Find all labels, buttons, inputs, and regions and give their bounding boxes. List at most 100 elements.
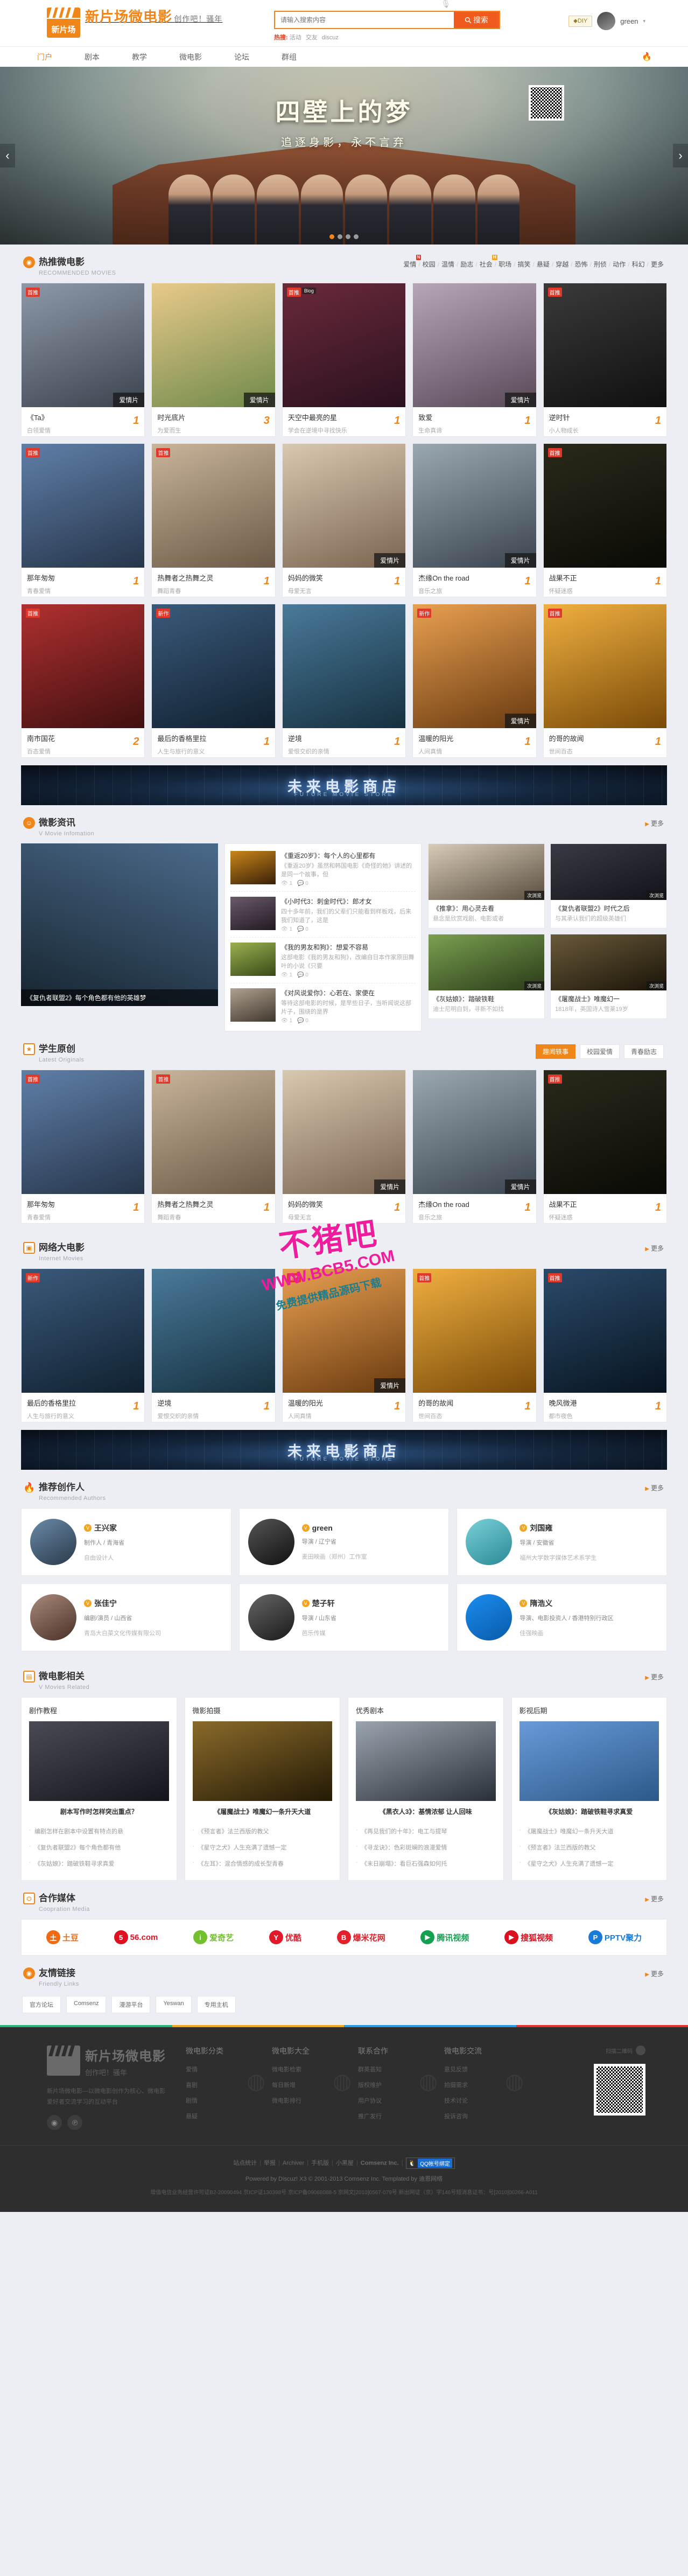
movie-thumbnail[interactable]: 首推 爱情片: [22, 283, 145, 407]
banner-dot-1[interactable]: [338, 234, 342, 239]
category-10[interactable]: 刑侦: [594, 261, 607, 268]
originals-tab-2[interactable]: 青春励志: [623, 1044, 664, 1059]
news-card[interactable]: 次浏览 《灰姑娘》：踏破铁鞋 迪士尼明白到，寻新不如找: [428, 934, 545, 1019]
footer-bottom-link-3[interactable]: 手机版: [311, 2160, 329, 2166]
movie-card[interactable]: 首推 晚风微港 都市夜色 1: [543, 1268, 668, 1422]
category-2[interactable]: 温情: [441, 261, 454, 268]
category-4[interactable]: 社会 H: [480, 255, 497, 268]
movie-card[interactable]: 首推 热舞者之热舞之灵 舞蹈青春 1: [151, 1070, 276, 1224]
movie-thumbnail[interactable]: 首推: [543, 1269, 667, 1393]
nav-item-3[interactable]: 微电影: [163, 47, 218, 67]
username-label[interactable]: green: [620, 17, 638, 25]
category-3[interactable]: 励志: [460, 261, 473, 268]
movie-thumbnail[interactable]: 新作: [22, 1269, 145, 1393]
category-0[interactable]: 爱情 N: [403, 255, 422, 268]
footer-link-3[interactable]: 悬疑: [186, 2112, 269, 2120]
partner-logo-3[interactable]: Y 优酷: [269, 1930, 301, 1944]
movie-thumbnail[interactable]: 首推: [152, 1070, 275, 1194]
related-card[interactable]: 影视后期 《灰姑娘》：踏破铁鞋寻求真爱 《屠魔战士》唯魔幻一条升天大道《预言者》…: [511, 1697, 667, 1881]
diy-button[interactable]: ⬥DIY: [568, 15, 593, 27]
movie-card[interactable]: 新作 爱情片 温暖的阳光 人间真情 1: [412, 604, 537, 758]
friendly-link-3[interactable]: Yeswan: [156, 1996, 192, 2013]
nav-item-2[interactable]: 教学: [116, 47, 163, 67]
category-5[interactable]: 职场: [499, 261, 511, 268]
footer-bottom-link-4[interactable]: 小黑屋: [336, 2160, 354, 2166]
related-link-2[interactable]: 《左耳》：混合情感的成长型青春: [193, 1855, 333, 1872]
movie-card[interactable]: 首推 战果不正 怀疑迷惑 1: [543, 443, 668, 597]
news-list-item[interactable]: 《小时代3：刺金时代》：郎才女 四十多年前，我们的父辈们只能看到样板戏，后来我们…: [230, 892, 416, 938]
banner-dots[interactable]: [329, 234, 359, 239]
category-8[interactable]: 穿越: [556, 261, 568, 268]
related-link-2[interactable]: 《灰姑娘》：踏破铁鞋寻求真爱: [29, 1855, 169, 1872]
friendly-link-1[interactable]: Comsenz: [66, 1996, 107, 2013]
news-list-item[interactable]: 《我的男友和狗》：想爱不容易 这部电影《我的男友和狗》，改编自日本作家原田舞叶的…: [230, 938, 416, 983]
site-logo[interactable]: 新片场 新片场微电影 创作吧！骚年: [47, 8, 222, 38]
related-card[interactable]: 微影拍摄 《屠魔战士》唯魔幻一条升天大道 《预言者》法兰西版的教父《星守之犬》人…: [184, 1697, 340, 1881]
footer-bottom-link-0[interactable]: 站点统计: [233, 2160, 257, 2166]
movie-thumbnail[interactable]: [152, 1269, 275, 1393]
footer-link-2[interactable]: 剧情: [186, 2096, 269, 2105]
news-list-item[interactable]: 《对风说爱你》：心若在、家便在 等待这部电影的时候，是早些日子，当听闻说这部片子…: [230, 983, 416, 1029]
movie-thumbnail[interactable]: 首推: [413, 1269, 536, 1393]
friendly-link-2[interactable]: 漫游平台: [111, 1996, 151, 2013]
more-link[interactable]: ▶ 更多: [645, 1483, 664, 1492]
author-card[interactable]: V 隋浩义 导演、电影投资人 / 香港特别行政区 佳强映画: [457, 1583, 668, 1651]
movie-card[interactable]: 首推 热舞者之热舞之灵 舞蹈青春 1: [151, 443, 276, 597]
related-card[interactable]: 剧作教程 剧本写作时怎样突出重点？ 编剧怎样在剧本中设置有特点的悬《复仇者联盟2…: [21, 1697, 177, 1881]
movie-thumbnail[interactable]: 爱情片: [413, 1070, 536, 1194]
related-link-0[interactable]: 《再见我们的十年》：电工与提琴: [356, 1823, 496, 1839]
movie-card[interactable]: 爱情片 致爱 生命真谛 1: [412, 283, 537, 437]
partner-logo-1[interactable]: 5 56.com: [114, 1930, 158, 1944]
related-link-1[interactable]: 《复仇者联盟2》每个角色都有他: [29, 1839, 169, 1855]
related-link-2[interactable]: 《末日崩塌》：看巨石强森如何托: [356, 1855, 496, 1872]
category-12[interactable]: 科幻: [632, 261, 645, 268]
news-hero-card[interactable]: 《复仇者联盟2》每个角色都有他的英雄梦: [21, 843, 218, 1006]
friendly-link-4[interactable]: 专用主机: [196, 1996, 236, 2013]
ad-strip-1[interactable]: 未来电影商店 FUTURE MOVIE STORE: [21, 765, 667, 805]
pinterest-icon[interactable]: ℗: [67, 2115, 82, 2130]
related-link-2[interactable]: 《星守之犬》人生充满了遗憾一定: [519, 1855, 659, 1872]
related-card[interactable]: 优秀剧本 《黑衣人3》：基情浓郁 让人回味 《再见我们的十年》：电工与提琴《寻龙…: [348, 1697, 504, 1881]
news-card[interactable]: 次浏览 《屠魔战士》唯魔幻一 1818年，英国诗人雪莱19岁: [550, 934, 667, 1019]
partner-logo-4[interactable]: B 爆米花网: [336, 1930, 385, 1944]
more-link[interactable]: ▶ 更多: [645, 1894, 664, 1903]
hero-banner[interactable]: 四壁上的梦 追逐身影，永不言弃 ‹ ›: [0, 67, 688, 245]
movie-card[interactable]: 首推 逆时针 小人物成长 1: [543, 283, 668, 437]
movie-thumbnail[interactable]: 爱情片: [282, 444, 406, 568]
banner-dot-3[interactable]: [354, 234, 359, 239]
partner-logo-0[interactable]: 土 土豆: [46, 1930, 79, 1944]
category-6[interactable]: 搞笑: [517, 261, 530, 268]
author-card[interactable]: V 王兴家 制作人 / 青海省 自由设计人: [21, 1508, 231, 1576]
search-button[interactable]: 搜索: [454, 12, 499, 28]
movie-thumbnail[interactable]: 首推: [543, 283, 667, 407]
hot-search-item-1[interactable]: 交友: [306, 34, 318, 41]
movie-card[interactable]: 新作 最后的香格里拉 人生与旅行的意义 1: [151, 604, 276, 758]
movie-thumbnail[interactable]: 首推 Blog: [282, 283, 406, 407]
movie-thumbnail[interactable]: 爱情片: [413, 283, 536, 407]
nav-item-4[interactable]: 论坛: [218, 47, 265, 67]
author-card[interactable]: Vgreen 导演 / 辽宁省 麦田映画（郑州）工作室: [238, 1508, 450, 1576]
movie-thumbnail[interactable]: 爱情片: [282, 1070, 406, 1194]
avatar[interactable]: [597, 12, 616, 30]
news-card[interactable]: 次浏览 《推拿》：用心灵去看 悬念是欣赏戏剧、电影或者: [428, 843, 545, 929]
banner-next-button[interactable]: ›: [673, 144, 688, 167]
banner-prev-button[interactable]: ‹: [0, 144, 15, 167]
hot-search-item-0[interactable]: 活动: [290, 34, 301, 41]
movie-thumbnail[interactable]: 爱情片: [413, 444, 536, 568]
movie-thumbnail[interactable]: 新作 爱情片: [282, 1269, 406, 1393]
movie-card[interactable]: 新作 爱情片 温暖的阳光 人间真情 1: [282, 1268, 406, 1422]
related-link-1[interactable]: 《预言者》法兰西版的教父: [519, 1839, 659, 1855]
banner-dot-2[interactable]: [346, 234, 350, 239]
movie-card[interactable]: 首推 的哥的故闻 世间百态 1: [412, 1268, 537, 1422]
movie-card[interactable]: 首推 南市国花 百态爱情 2: [21, 604, 145, 758]
more-link[interactable]: ▶ 更多: [645, 1672, 664, 1681]
movie-card[interactable]: 首推 爱情片 《Ta》 白领爱情 1: [21, 283, 145, 437]
more-link[interactable]: ▶ 更多: [645, 819, 664, 828]
originals-tab-1[interactable]: 校园爱情: [579, 1044, 620, 1059]
partner-logo-2[interactable]: i 爱奇艺: [193, 1930, 234, 1944]
movie-card[interactable]: 首推 那年匆匆 青春爱情 1: [21, 443, 145, 597]
related-link-1[interactable]: 《寻龙诀》：色彩斑斓的浪漫爱情: [356, 1839, 496, 1855]
movie-thumbnail[interactable]: 首推: [543, 1070, 667, 1194]
movie-card[interactable]: 爱情片 杰缘On the road 音乐之旅 1: [412, 443, 537, 597]
movie-card[interactable]: 首推 的哥的故闻 世间百态 1: [543, 604, 668, 758]
